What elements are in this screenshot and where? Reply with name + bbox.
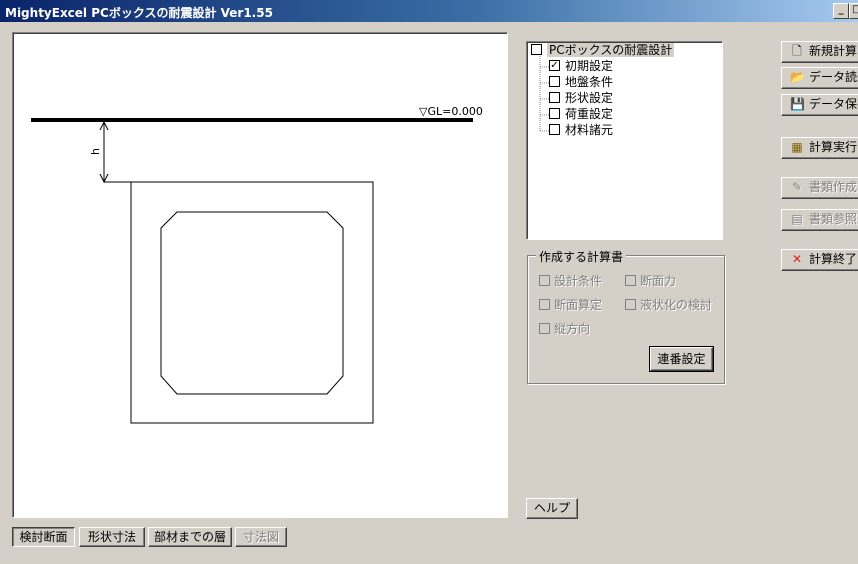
load-data-label: データ読込 — [809, 70, 858, 84]
tree-item-checkbox[interactable] — [549, 76, 560, 87]
report-option-label: 設計条件 — [554, 274, 603, 288]
title-bar: MightyExcel PCボックスの耐震設計 Ver1.55 _ □ — [0, 0, 858, 22]
cross-section-drawing: ▽GL=0.000 h — [31, 105, 483, 424]
report-option-section-force[interactable]: 断面力 — [625, 272, 676, 289]
maximize-button[interactable]: □ — [849, 3, 858, 19]
tab-section[interactable]: 検討断面 — [12, 527, 75, 547]
tab-layers[interactable]: 部材までの層 — [148, 527, 232, 547]
report-option-checkbox[interactable] — [539, 323, 550, 334]
report-option-label: 断面算定 — [554, 298, 603, 312]
calculator-icon: ▦ — [791, 140, 803, 154]
view-docs-button: ▤ 書類参照 — [781, 209, 858, 231]
report-option-section-check[interactable]: 断面算定 — [539, 296, 602, 313]
cross-section-canvas: ▽GL=0.000 h — [12, 32, 508, 518]
tree-item-checkbox[interactable]: ✓ — [549, 60, 560, 71]
tree-item-label: 地盤条件 — [565, 75, 614, 89]
tree-item-ground-conditions[interactable]: 地盤条件 — [549, 75, 613, 90]
tree-item-checkbox[interactable] — [549, 108, 560, 119]
open-folder-icon: 📂 — [790, 70, 805, 84]
dimension-label: h — [89, 148, 102, 155]
create-docs-button: ✎ 書類作成 — [781, 177, 858, 199]
box-inner-opening — [160, 211, 344, 395]
run-calc-button[interactable]: ▦ 計算実行 — [781, 137, 858, 159]
run-calc-label: 計算実行 — [809, 140, 858, 154]
exit-calc-label: 計算終了 — [809, 252, 858, 266]
create-docs-label: 書類作成 — [809, 180, 858, 194]
settings-tree[interactable]: PCボックスの耐震設計 ✓ 初期設定 地盤条件 形状設定 荷重設定 材料諸元 — [526, 41, 723, 240]
view-document-icon: ▤ — [791, 212, 803, 226]
tree-item-label: 形状設定 — [565, 91, 614, 105]
load-data-button[interactable]: 📂 データ読込 — [781, 67, 858, 89]
new-calc-label: 新規計算 — [809, 44, 858, 58]
view-docs-label: 書類参照 — [809, 212, 858, 226]
tab-dimension-drawing: 寸法図 — [235, 527, 287, 547]
window-title: MightyExcel PCボックスの耐震設計 Ver1.55 — [5, 6, 273, 20]
report-option-label: 縦方向 — [554, 322, 591, 336]
report-option-checkbox[interactable] — [539, 299, 550, 310]
save-disk-icon: 💾 — [790, 97, 805, 111]
tree-root-label: PCボックスの耐震設計 — [547, 43, 675, 57]
report-option-checkbox[interactable] — [625, 275, 636, 286]
save-data-button[interactable]: 💾 データ保存 — [781, 94, 858, 116]
report-option-design-conditions[interactable]: 設計条件 — [539, 272, 602, 289]
edit-document-icon: ✎ — [791, 180, 803, 194]
tree-item-label: 荷重設定 — [565, 107, 614, 121]
minimize-button[interactable]: _ — [833, 3, 849, 19]
report-option-liquefaction[interactable]: 液状化の検討 — [625, 296, 712, 313]
report-option-label: 断面力 — [640, 274, 677, 288]
serial-number-button[interactable]: 連番設定 — [649, 346, 714, 372]
report-option-checkbox[interactable] — [539, 275, 550, 286]
reports-groupbox: 作成する計算書 設計条件 断面力 断面算定 液状化の検討 縦方向 連番設定 — [527, 248, 725, 384]
tab-dimensions[interactable]: 形状寸法 — [79, 527, 145, 547]
tree-item-label: 材料諸元 — [565, 123, 614, 137]
tree-item-initial-settings[interactable]: ✓ 初期設定 — [549, 59, 613, 74]
report-option-longitudinal[interactable]: 縦方向 — [539, 320, 590, 337]
tree-item-checkbox[interactable] — [549, 92, 560, 103]
tree-item-shape-settings[interactable]: 形状設定 — [549, 91, 613, 106]
exit-calc-button[interactable]: ✕ 計算終了 — [781, 249, 858, 271]
box-outer-outline — [130, 181, 374, 424]
tree-item-load-settings[interactable]: 荷重設定 — [549, 107, 613, 122]
close-x-icon: ✕ — [791, 252, 803, 266]
save-data-label: データ保存 — [809, 97, 858, 111]
help-button[interactable]: ヘルプ — [526, 498, 578, 519]
new-calc-button[interactable]: 🗋 新規計算 — [781, 41, 858, 63]
tree-item-material-specs[interactable]: 材料諸元 — [549, 123, 613, 138]
reports-legend: 作成する計算書 — [536, 248, 627, 265]
tree-item-checkbox[interactable] — [549, 124, 560, 135]
tree-item-label: 初期設定 — [565, 59, 614, 73]
new-file-icon: 🗋 — [792, 44, 802, 58]
gl-label: ▽GL=0.000 — [419, 105, 483, 118]
report-option-label: 液状化の検討 — [640, 298, 713, 312]
report-option-checkbox[interactable] — [625, 299, 636, 310]
